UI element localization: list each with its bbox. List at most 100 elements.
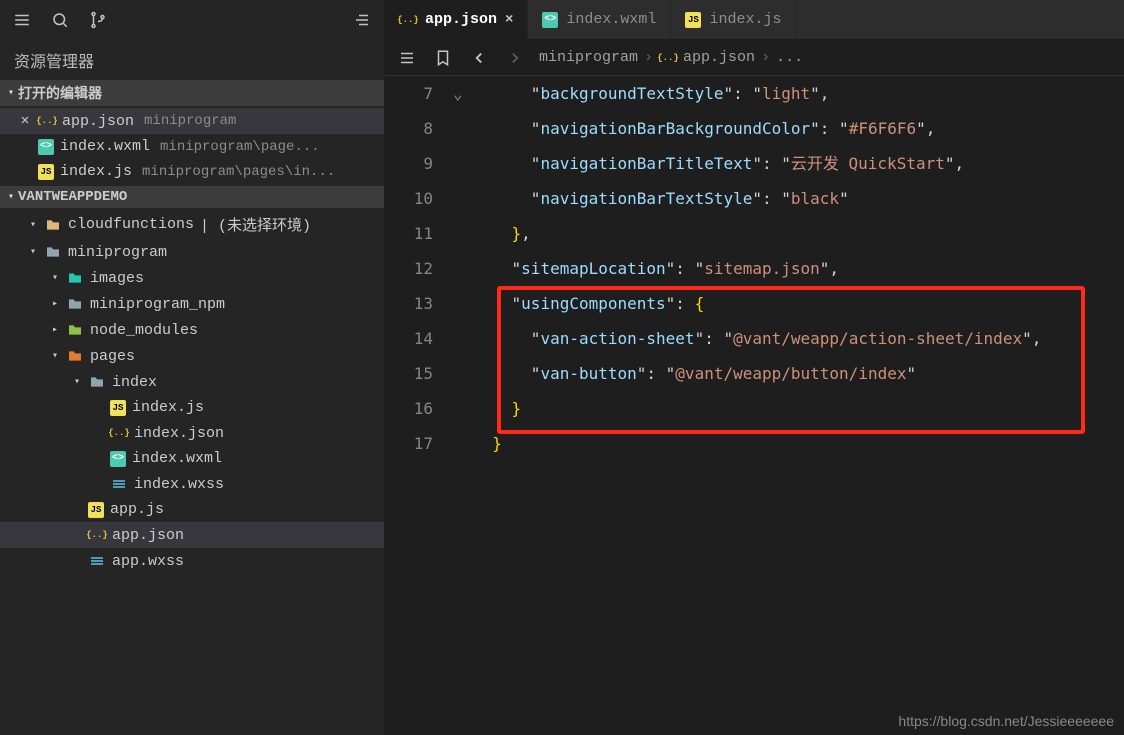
fold-column: ⌄ (453, 76, 473, 735)
code-line[interactable]: "van-action-sheet": "@vant/weapp/action-… (473, 321, 1124, 356)
folder-icon (66, 347, 84, 365)
open-editor-item[interactable]: ×{..}app.jsonminiprogram (0, 108, 384, 134)
code-line[interactable]: } (473, 426, 1124, 461)
json-icon: {..} (659, 49, 677, 67)
sidebar-topbar (0, 0, 384, 40)
json-icon: {..} (399, 11, 417, 29)
watermark: https://blog.csdn.net/Jessieeeeeee (898, 713, 1114, 729)
list-icon[interactable] (395, 46, 419, 70)
breadcrumb[interactable]: miniprogram › {..} app.json › ... (539, 49, 803, 67)
code-line[interactable]: "sitemapLocation": "sitemap.json", (473, 251, 1124, 286)
chevron-down-icon: ▾ (8, 191, 14, 203)
file-name: index.wxml (60, 138, 150, 155)
wxml-icon: <> (542, 12, 558, 28)
tree-label: cloudfunctions (68, 216, 194, 233)
folder-icon (44, 216, 62, 234)
tab-index-js[interactable]: JS index.js (671, 0, 796, 39)
editor-area: {..}app.json×<>index.wxmlJSindex.js mini… (385, 0, 1124, 735)
file-hint: miniprogram (144, 113, 236, 129)
section-open-editors[interactable]: ▾ 打开的编辑器 (0, 80, 384, 106)
tree-item[interactable]: ▾miniprogram (0, 239, 384, 265)
code-lines[interactable]: "backgroundTextStyle": "light", "navigat… (473, 76, 1124, 735)
tree-label: images (90, 270, 144, 287)
code-line[interactable]: "backgroundTextStyle": "light", (473, 76, 1124, 111)
bookmark-icon[interactable] (431, 46, 455, 70)
tree-label: index.json (134, 425, 224, 442)
folder-icon (66, 269, 84, 287)
js-icon: JS (38, 164, 54, 180)
project-tree: ▾cloudfunctions | (未选择环境)▾miniprogram▾im… (0, 208, 384, 735)
line-gutter: 7891011121314151617 (385, 76, 453, 735)
tree-item[interactable]: {..} index.json (0, 420, 384, 446)
chevron-icon: ▸ (50, 298, 60, 310)
code-line[interactable]: "navigationBarTitleText": "云开发 QuickStar… (473, 146, 1124, 181)
open-editors-list: ×{..}app.jsonminiprogram<>index.wxmlmini… (0, 106, 384, 186)
tree-item[interactable]: JSapp.js (0, 497, 384, 522)
wxml-icon: <> (38, 139, 54, 155)
folder-icon (44, 243, 62, 261)
tree-label: node_modules (90, 322, 198, 339)
tab-index-wxml[interactable]: <>index.wxml (528, 0, 671, 39)
tree-item[interactable]: index.wxss (0, 471, 384, 497)
forward-icon[interactable] (503, 46, 527, 70)
editor-subbar: miniprogram › {..} app.json › ... (385, 40, 1124, 76)
chevron-icon: ▾ (28, 246, 38, 258)
tree-item[interactable]: {..}app.json (0, 522, 384, 548)
tab-app-json[interactable]: {..}app.json× (385, 0, 528, 39)
tree-item[interactable]: ▾index (0, 369, 384, 395)
tree-item[interactable]: ▾images (0, 265, 384, 291)
breadcrumb-more: ... (776, 49, 803, 66)
file-name: index.js (60, 163, 132, 180)
chevron-down-icon: ▾ (8, 87, 14, 99)
folder-icon (66, 321, 84, 339)
tree-item[interactable]: JSindex.js (0, 395, 384, 420)
chevron-right-icon: › (761, 49, 770, 66)
chevron-icon: ▾ (50, 350, 60, 362)
tab-label: index.js (709, 11, 781, 28)
project-title-label: VANTWEAPPDEMO (18, 189, 127, 205)
wxss-icon (88, 552, 106, 570)
tree-item[interactable]: ▸node_modules (0, 317, 384, 343)
tree-item[interactable]: <>index.wxml (0, 446, 384, 471)
back-icon[interactable] (467, 46, 491, 70)
breadcrumb-file: app.json (683, 49, 755, 66)
tree-item[interactable]: ▸miniprogram_npm (0, 291, 384, 317)
file-hint: miniprogram\page... (160, 139, 320, 155)
wxml-icon: <> (110, 451, 126, 467)
code-line[interactable]: "navigationBarTextStyle": "black" (473, 181, 1124, 216)
tree-label: index (112, 374, 157, 391)
hamburger-icon[interactable] (10, 8, 34, 32)
open-editors-label: 打开的编辑器 (18, 83, 102, 103)
tree-label: app.json (112, 527, 184, 544)
code-line[interactable]: "van-button": "@vant/weapp/button/index" (473, 356, 1124, 391)
code-line[interactable]: "navigationBarBackgroundColor": "#F6F6F6… (473, 111, 1124, 146)
branch-icon[interactable] (86, 8, 110, 32)
open-editor-item[interactable]: JSindex.jsminiprogram\pages\in... (0, 159, 384, 184)
code-line[interactable]: } (473, 391, 1124, 426)
folder-icon (66, 295, 84, 313)
tree-label: pages (90, 348, 135, 365)
code-area[interactable]: 7891011121314151617 ⌄ "backgroundTextSty… (385, 76, 1124, 735)
tree-label: index.wxss (134, 476, 224, 493)
js-icon: JS (88, 502, 104, 518)
tree-item[interactable]: ▾ pages (0, 343, 384, 369)
wxss-icon (110, 475, 128, 493)
section-project[interactable]: ▾ VANTWEAPPDEMO (0, 186, 384, 208)
sidebar: 资源管理器 ▾ 打开的编辑器 ×{..}app.jsonminiprogram<… (0, 0, 385, 735)
explorer-title: 资源管理器 (0, 40, 384, 80)
order-icon[interactable] (350, 8, 374, 32)
tabbar: {..}app.json×<>index.wxml JS index.js (385, 0, 1124, 40)
tree-item[interactable]: app.wxss (0, 548, 384, 574)
tree-item[interactable]: ▾cloudfunctions | (未选择环境) (0, 210, 384, 239)
close-icon[interactable]: × (18, 113, 32, 130)
close-icon[interactable]: × (505, 12, 513, 28)
tree-label: app.wxss (112, 553, 184, 570)
open-editor-item[interactable]: <> index.wxml miniprogram\page... (0, 134, 384, 159)
json-icon: {..} (110, 424, 128, 442)
code-line[interactable]: "usingComponents": { (473, 286, 1124, 321)
file-name: app.json (62, 113, 134, 130)
breadcrumb-folder: miniprogram (539, 49, 638, 66)
js-icon: JS (685, 12, 701, 28)
code-line[interactable]: }, (473, 216, 1124, 251)
search-icon[interactable] (48, 8, 72, 32)
